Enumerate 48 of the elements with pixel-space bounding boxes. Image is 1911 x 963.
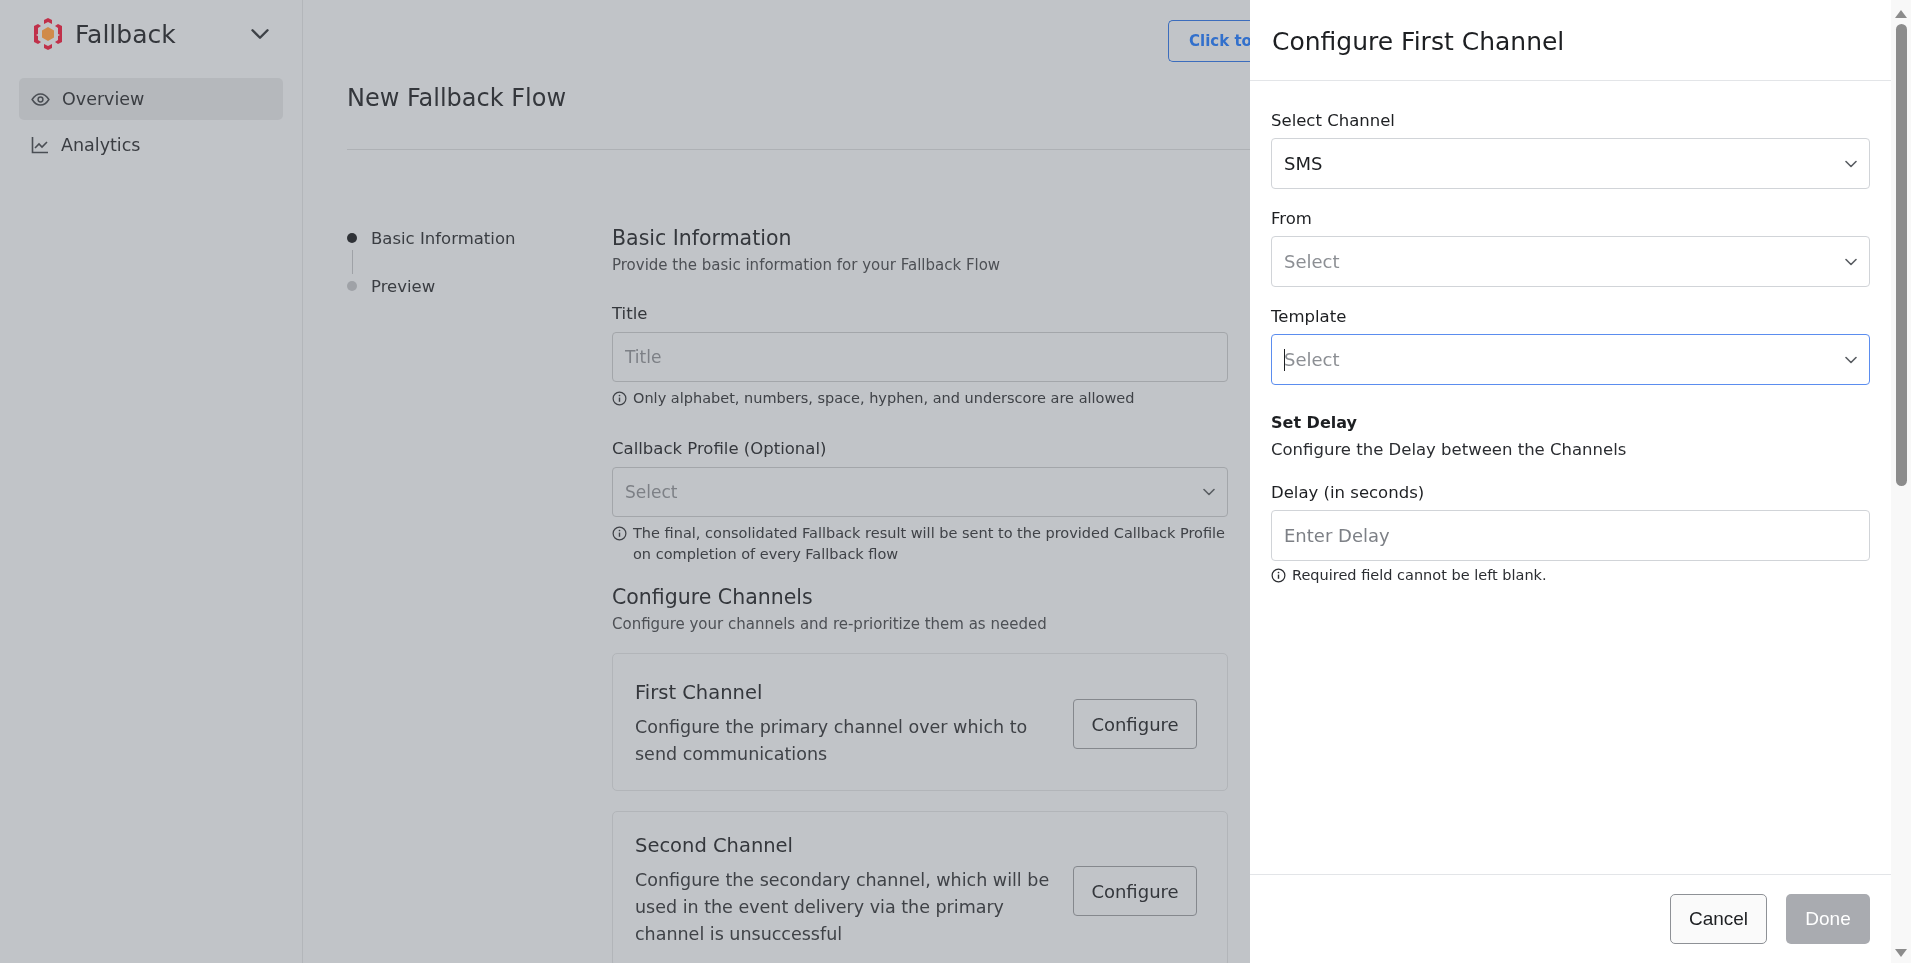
step-label[interactable]: Basic Information: [371, 228, 516, 248]
page-title: New Fallback Flow: [347, 84, 568, 114]
section-description: Configure the Delay between the Channels: [1271, 440, 1628, 459]
flower-logo-icon: [33, 18, 63, 50]
field-label: Template: [1271, 307, 1348, 326]
configure-button[interactable]: Configure: [1073, 866, 1197, 916]
field-label: From: [1271, 209, 1313, 228]
line-chart-icon: [31, 136, 49, 154]
drawer-title: Configure First Channel: [1272, 26, 1565, 56]
eye-icon: [31, 92, 50, 106]
text-input-field[interactable]: Enter Delay: [1271, 510, 1870, 561]
sidebar-item[interactable]: Overview: [19, 78, 283, 120]
section-heading: Basic Information: [612, 226, 793, 250]
section-subtitle: Provide the basic information for your Fallback Flow: [612, 256, 1002, 274]
sidebar-item[interactable]: Analytics: [19, 124, 283, 166]
hint-text: The final, consolidated Fallback result will be sent to the provided Callback Profile on completion of every Fallback flow: [633, 524, 1226, 564]
select-field[interactable]: Select: [1271, 334, 1870, 385]
step-label[interactable]: Preview: [371, 276, 436, 296]
chevron-down-icon: [1845, 257, 1857, 266]
scroll-down-arrow-icon[interactable]: [1895, 949, 1907, 957]
section-subtitle: Configure your channels and re-prioritize them as needed: [612, 615, 1048, 633]
chevron-down-icon: [1845, 355, 1857, 364]
field-label: Delay (in seconds): [1271, 483, 1426, 502]
info-icon: [1271, 567, 1286, 583]
text-input-field[interactable]: Title: [612, 332, 1228, 382]
app-name: Fallback: [75, 19, 177, 49]
select-field[interactable]: Select: [1271, 236, 1870, 287]
scroll-up-arrow-icon[interactable]: [1895, 10, 1907, 18]
field-label: Title: [612, 304, 649, 323]
info-icon: [612, 526, 627, 541]
card-title: Second Channel: [635, 834, 795, 857]
chevron-down-icon: [1845, 159, 1857, 168]
section-heading: Set Delay: [1271, 413, 1358, 432]
chevron-down-icon: [1203, 488, 1215, 496]
field-label: Callback Profile (Optional): [612, 439, 828, 458]
field-label: Select Channel: [1271, 111, 1396, 130]
section-heading: Configure Channels: [612, 585, 814, 609]
info-icon: [612, 391, 627, 406]
select-field[interactable]: SMS: [1271, 138, 1870, 189]
card-title: First Channel: [635, 680, 764, 704]
footer-button[interactable]: Cancel: [1670, 894, 1767, 944]
scrollbar[interactable]: [1891, 0, 1911, 963]
chevron-down-icon: [251, 28, 269, 40]
configure-button[interactable]: Configure: [1073, 699, 1197, 749]
card-description: Configure the secondary channel, which will be used in the event delivery via the primary channel is unsuccessful: [635, 869, 1051, 946]
hint-text: Only alphabet, numbers, space, hyphen, and underscore are allowed: [633, 389, 1135, 408]
card-description: Configure the primary channel over which to send communications: [635, 715, 1029, 766]
hint-text: Required field cannot be left blank.: [1292, 567, 1547, 583]
